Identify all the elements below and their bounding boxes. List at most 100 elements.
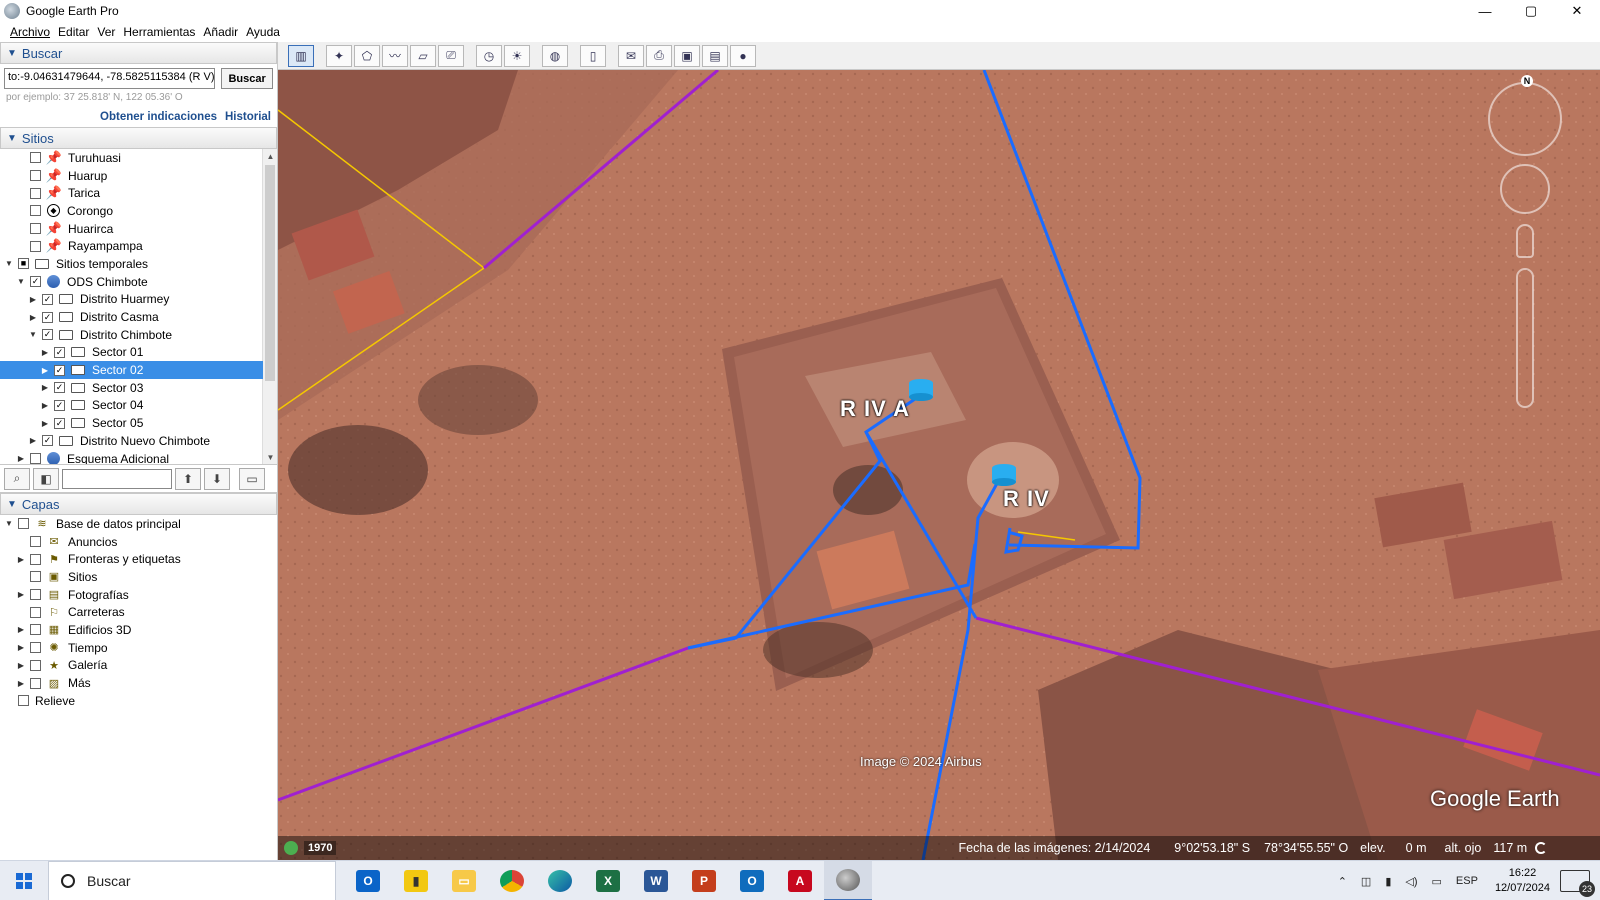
layer-checkbox[interactable] [30, 553, 41, 565]
layer-item[interactable]: ▶ ★ Galería [0, 657, 277, 675]
visibility-checkbox[interactable] [30, 170, 41, 182]
zoom-slider[interactable] [1516, 268, 1534, 408]
compass-ring[interactable] [1488, 82, 1562, 156]
places-item[interactable]: 📌 Huarirca [0, 220, 263, 238]
layer-item[interactable]: ▼ ≋ Base de datos principal [0, 515, 277, 533]
visibility-checkbox[interactable]: ✓ [54, 364, 65, 376]
expand-arrow-icon[interactable]: ▶ [16, 679, 26, 688]
outlook-icon[interactable]: O [728, 861, 776, 900]
expand-arrow-icon[interactable]: ▶ [16, 590, 26, 599]
earth-3d-view[interactable]: R IV A R IV N Image © 2024 Airbus Google… [278, 70, 1600, 860]
layer-checkbox[interactable] [30, 606, 41, 618]
file-explorer-icon[interactable]: ▭ [440, 861, 488, 900]
places-item[interactable]: ▶ ✓ Sector 01 [0, 344, 263, 362]
visibility-checkbox[interactable]: ✓ [30, 276, 41, 288]
places-item[interactable]: 📌 Tarica [0, 184, 263, 202]
expand-arrow-icon[interactable]: ▶ [28, 436, 38, 445]
google-earth-icon[interactable] [824, 860, 872, 900]
language-indicator[interactable]: ESP [1456, 875, 1478, 887]
move-down-icon[interactable]: ⬇ [204, 467, 230, 490]
chrome-icon[interactable] [488, 861, 536, 900]
compass-north-icon[interactable]: N [1521, 75, 1533, 87]
places-item[interactable]: ▶ ✓ Distrito Casma [0, 308, 263, 326]
notifications-icon[interactable]: 23 [1560, 870, 1595, 897]
print-icon[interactable]: ⎙ [646, 44, 672, 67]
places-scrollbar[interactable]: ▲ ▼ [262, 149, 277, 464]
layer-checkbox[interactable] [30, 659, 41, 671]
ruler-icon[interactable]: ▯ [580, 44, 606, 67]
visibility-checkbox[interactable]: ✓ [42, 435, 53, 447]
search-panel-header[interactable]: ▼ Buscar [0, 42, 277, 64]
reservoir-label-riv[interactable]: R IV [1003, 486, 1050, 512]
layer-item[interactable]: ▶ ▤ Fotografías [0, 586, 277, 604]
menu-editar[interactable]: Editar [58, 25, 89, 39]
visibility-checkbox[interactable] [30, 152, 41, 164]
start-button[interactable] [0, 861, 48, 900]
battery-icon[interactable]: ▮ [1385, 875, 1391, 888]
taskbar-search[interactable]: Buscar [48, 860, 336, 900]
expand-arrow-icon[interactable]: ▶ [28, 313, 38, 322]
power-bi-icon[interactable]: ▮ [392, 861, 440, 900]
places-item[interactable]: ▶ ✓ Distrito Huarmey [0, 291, 263, 309]
visibility-checkbox[interactable] [30, 187, 41, 199]
search-button[interactable]: Buscar [221, 68, 273, 89]
add-polygon-icon[interactable]: ⬠ [354, 44, 380, 67]
panel-toggle-icon[interactable]: ◧ [33, 467, 59, 490]
expand-arrow-icon[interactable]: ▶ [16, 625, 26, 634]
acrobat-icon[interactable]: A [776, 861, 824, 900]
visibility-checkbox[interactable] [30, 240, 41, 252]
places-item[interactable]: 📌 Huarup [0, 167, 263, 185]
layer-checkbox[interactable] [18, 695, 29, 707]
places-item[interactable]: ▼ ■ Sitios temporales [0, 255, 263, 273]
layer-checkbox[interactable] [30, 642, 41, 654]
folder-menu-icon[interactable]: ▭ [239, 467, 265, 490]
places-item[interactable]: ▼ ✓ Distrito Chimbote [0, 326, 263, 344]
search-input[interactable]: to:-9.04631479644, -78.5825115384 (R V) [4, 68, 216, 89]
places-item[interactable]: ▶ ✓ Sector 05 [0, 414, 263, 432]
expand-arrow-icon[interactable]: ▶ [40, 366, 50, 375]
add-overlay-icon[interactable]: ▱ [410, 44, 436, 67]
visibility-checkbox[interactable]: ✓ [42, 311, 53, 323]
layers-panel-header[interactable]: ▼ Capas [0, 493, 277, 515]
expand-arrow-icon[interactable]: ▶ [16, 555, 26, 564]
layer-checkbox[interactable] [30, 589, 41, 601]
places-filter-input[interactable] [62, 468, 172, 489]
layer-item[interactable]: ▶ ▨ Más [0, 674, 277, 692]
sidebar-toggle-icon[interactable]: ▥ [288, 44, 314, 67]
expand-arrow-icon[interactable]: ▶ [16, 643, 26, 652]
volume-icon[interactable]: ◁) [1405, 875, 1417, 888]
search-places-icon[interactable]: ⌕ [4, 467, 30, 490]
visibility-checkbox[interactable]: ✓ [42, 329, 53, 341]
places-item[interactable]: ▶ Esquema Adicional [0, 450, 263, 464]
expand-arrow-icon[interactable]: ▶ [40, 401, 50, 410]
visibility-checkbox[interactable]: ✓ [54, 417, 65, 429]
layer-checkbox[interactable] [30, 624, 41, 636]
layer-item[interactable]: ⚐ Carreteras [0, 603, 277, 621]
visibility-checkbox[interactable]: ✓ [42, 293, 53, 305]
layer-item[interactable]: ▣ Sitios [0, 568, 277, 586]
pan-joystick[interactable] [1500, 164, 1550, 214]
scroll-down-arrow-icon[interactable]: ▼ [263, 450, 277, 464]
maximize-button[interactable]: ▢ [1508, 0, 1554, 22]
menu-archivo[interactable]: Archivo [10, 25, 50, 39]
places-panel-header[interactable]: ▼ Sitios [0, 127, 277, 149]
menu-ver[interactable]: Ver [97, 25, 115, 39]
expand-arrow-icon[interactable]: ▶ [40, 348, 50, 357]
places-item[interactable]: ◆ Corongo [0, 202, 263, 220]
get-directions-link[interactable]: Obtener indicaciones [100, 111, 217, 123]
places-item[interactable]: ▶ ✓ Sector 04 [0, 397, 263, 415]
collapse-arrow-icon[interactable]: ▼ [4, 519, 14, 528]
layer-item[interactable]: ▶ ▦ Edificios 3D [0, 621, 277, 639]
edge-icon[interactable] [536, 861, 584, 900]
layer-checkbox[interactable] [30, 677, 41, 689]
email-icon[interactable]: ✉ [618, 44, 644, 67]
layer-checkbox[interactable] [30, 536, 41, 548]
places-item[interactable]: ▶ ✓ Sector 02 [0, 361, 263, 379]
layer-checkbox[interactable] [30, 571, 41, 583]
menu-anadir[interactable]: Añadir [203, 25, 238, 39]
menu-ayuda[interactable]: Ayuda [246, 25, 280, 39]
menu-herramientas[interactable]: Herramientas [123, 25, 195, 39]
save-image-icon[interactable]: ▣ [674, 44, 700, 67]
reservoir-label-riva[interactable]: R IV A [840, 396, 910, 422]
excel-icon[interactable]: X [584, 861, 632, 900]
